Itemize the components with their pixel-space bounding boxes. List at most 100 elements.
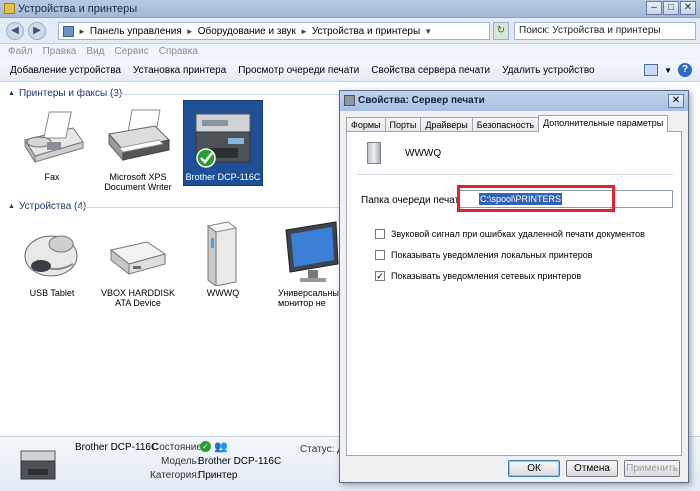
model-value: Brother DCP-116C xyxy=(198,456,282,467)
device-xps-writer[interactable]: Microsoft XPS Document Writer xyxy=(98,101,178,192)
checkbox-label: Показывать уведомления локальных принтер… xyxy=(391,250,593,260)
add-printer-button[interactable]: Установка принтера xyxy=(133,65,226,76)
forward-arrow-icon[interactable]: ▶ xyxy=(28,22,46,40)
chevron-right-icon[interactable]: ► xyxy=(78,27,86,36)
collapse-arrow-icon[interactable]: ▲ xyxy=(8,90,15,97)
checkbox-box-checked[interactable]: ✓ xyxy=(375,271,385,281)
ok-button[interactable]: ОК xyxy=(508,460,560,477)
spool-folder-label: Папка очереди печати: xyxy=(361,195,468,206)
tab-panel-advanced: WWWQ Папка очереди печати: C:\spool\PRIN… xyxy=(346,131,682,456)
hard-disk-icon xyxy=(103,220,173,286)
group-header-devices[interactable]: ▲ Устройства (4) xyxy=(8,201,86,212)
group-divider xyxy=(80,207,342,208)
apply-button[interactable]: Применить xyxy=(624,460,680,477)
mfp-printer-icon xyxy=(188,104,258,170)
title-bar: Устройства и принтеры – □ ✕ xyxy=(0,0,700,18)
breadcrumb-control-panel[interactable]: Панель управления xyxy=(90,26,182,37)
device-wwwq[interactable]: WWWQ xyxy=(183,217,263,307)
window-title: Устройства и принтеры xyxy=(18,3,138,15)
checkbox-local-notifications[interactable]: Показывать уведомления локальных принтер… xyxy=(375,250,593,260)
checkbox-label: Звуковой сигнал при ошибках удаленной пе… xyxy=(391,229,645,239)
maximize-button[interactable]: □ xyxy=(663,1,679,15)
device-label: USB Tablet xyxy=(29,288,75,298)
group-title-devices: Устройства (4) xyxy=(18,201,87,212)
tab-drivers[interactable]: Драйверы xyxy=(420,117,473,132)
view-print-queue-button[interactable]: Просмотр очереди печати xyxy=(238,65,359,76)
group-divider xyxy=(112,94,342,95)
device-fax[interactable]: Fax xyxy=(12,101,92,191)
mouse-icon xyxy=(17,220,87,286)
menu-edit[interactable]: Правка xyxy=(43,44,77,60)
device-vbox-harddisk[interactable]: VBOX HARDDISK ATA Device xyxy=(98,217,178,308)
search-input[interactable]: Поиск: Устройства и принтеры xyxy=(514,22,696,40)
cancel-button[interactable]: Отмена xyxy=(566,460,618,477)
check-icon: ✓ xyxy=(200,441,211,452)
group-header-printers[interactable]: ▲ Принтеры и факсы (3) xyxy=(8,88,122,99)
address-row: ◀ ▶ ► Панель управления ► Оборудование и… xyxy=(0,18,700,44)
device-label: Fax xyxy=(44,172,60,182)
tab-security[interactable]: Безопасность xyxy=(471,117,540,132)
device-label: WWWQ xyxy=(206,288,240,298)
dialog-title-bar: Свойства: Сервер печати ✕ xyxy=(340,91,688,111)
model-label: Модель: xyxy=(161,456,200,467)
chevron-down-icon[interactable]: ▼ xyxy=(424,27,432,36)
address-bar[interactable]: ► Панель управления ► Оборудование и зву… xyxy=(58,22,490,40)
state-label: Состояние: xyxy=(152,442,205,453)
group-title-printers: Принтеры и факсы (3) xyxy=(18,88,123,99)
menu-view[interactable]: Вид xyxy=(86,44,104,60)
print-server-properties-button[interactable]: Свойства сервера печати xyxy=(371,65,490,76)
mfp-printer-icon xyxy=(18,443,58,483)
device-generic-monitor[interactable]: Универсальный монитор не PnP xyxy=(266,217,342,307)
tab-forms[interactable]: Формы xyxy=(346,117,386,132)
chevron-down-icon[interactable]: ▼ xyxy=(664,66,672,75)
server-name: WWWQ xyxy=(405,148,442,159)
server-icon xyxy=(367,142,381,164)
remove-device-button[interactable]: Удалить устройство xyxy=(502,65,594,76)
breadcrumb-hardware-sound[interactable]: Оборудование и звук xyxy=(198,26,296,37)
menu-help[interactable]: Справка xyxy=(159,44,198,60)
view-options-icon[interactable] xyxy=(644,64,659,76)
divider xyxy=(357,174,673,175)
tab-strip: Формы Порты Драйверы Безопасность Дополн… xyxy=(346,115,669,132)
category-label: Категория: xyxy=(150,470,200,481)
monitor-icon xyxy=(276,220,342,286)
devices-and-printers-window: Устройства и принтеры – □ ✕ ◀ ▶ ► Панель… xyxy=(0,0,700,491)
checkbox-remote-error-beep[interactable]: Звуковой сигнал при ошибках удаленной пе… xyxy=(375,229,645,239)
checkbox-box[interactable] xyxy=(375,229,385,239)
command-bar: Добавление устройства Установка принтера… xyxy=(0,60,700,82)
folder-icon xyxy=(4,3,15,14)
category-value: Принтер xyxy=(198,470,238,481)
close-icon[interactable]: ✕ xyxy=(668,94,684,108)
status-label: Статус: Д xyxy=(300,444,344,455)
minimize-button[interactable]: – xyxy=(646,1,662,15)
device-label: Brother DCP-116C xyxy=(185,172,261,182)
checkbox-label: Показывать уведомления сетевых принтеров xyxy=(391,271,582,281)
breadcrumb-devices-printers[interactable]: Устройства и принтеры xyxy=(312,26,420,37)
refresh-icon[interactable]: ↻ xyxy=(493,22,509,40)
tab-ports[interactable]: Порты xyxy=(384,117,422,132)
back-arrow-icon[interactable]: ◀ xyxy=(6,22,24,40)
chevron-right-icon[interactable]: ► xyxy=(300,27,308,36)
highlight-annotation xyxy=(457,185,615,212)
menu-file[interactable]: Файл xyxy=(8,44,33,60)
printer-icon xyxy=(103,104,173,170)
chevron-right-icon[interactable]: ► xyxy=(186,27,194,36)
device-label: Microsoft XPS Document Writer xyxy=(104,172,172,192)
users-icon: 👥 xyxy=(214,441,228,453)
checkbox-network-notifications[interactable]: ✓ Показывать уведомления сетевых принтер… xyxy=(375,271,581,281)
device-label: Универсальный монитор не PnP xyxy=(278,288,342,307)
close-button[interactable]: ✕ xyxy=(680,1,696,15)
collapse-arrow-icon[interactable]: ▲ xyxy=(8,203,15,210)
device-brother-dcp116c[interactable]: Brother DCP-116C xyxy=(183,100,263,186)
checkbox-box[interactable] xyxy=(375,250,385,260)
device-label: VBOX HARDDISK ATA Device xyxy=(100,288,176,308)
dialog-title: Свойства: Сервер печати xyxy=(358,95,485,106)
print-server-properties-dialog: Свойства: Сервер печати ✕ Формы Порты Др… xyxy=(339,90,689,483)
help-icon[interactable]: ? xyxy=(678,63,692,77)
device-usb-tablet[interactable]: USB Tablet xyxy=(12,217,92,307)
device-name: Brother DCP-116C xyxy=(75,442,159,453)
add-device-button[interactable]: Добавление устройства xyxy=(10,65,121,76)
control-panel-icon xyxy=(63,25,74,37)
tab-advanced[interactable]: Дополнительные параметры xyxy=(538,115,669,132)
menu-tools[interactable]: Сервис xyxy=(114,44,148,60)
